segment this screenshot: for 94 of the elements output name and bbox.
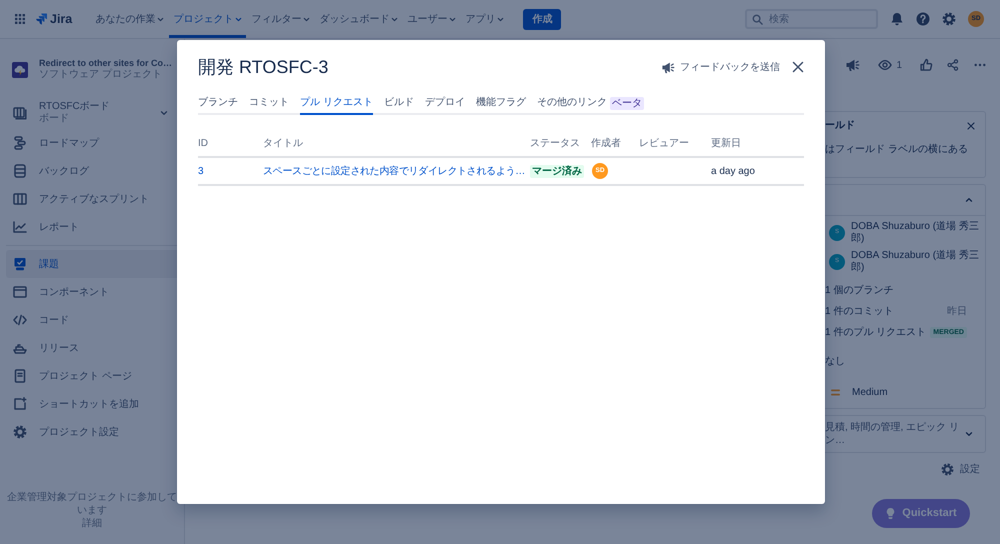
monitor-icon	[13, 257, 27, 271]
sidebar-item[interactable]: ロードマップ	[6, 129, 184, 157]
bell-icon[interactable]	[890, 12, 904, 26]
box-icon	[13, 285, 27, 299]
megaphone-icon	[661, 60, 675, 74]
development-link[interactable]: 1 件のプル リクエスト	[825, 326, 926, 339]
column-header: レビュアー	[639, 137, 711, 157]
field-value: なし	[825, 355, 846, 369]
logo-icon	[36, 13, 47, 25]
priority-medium-icon	[831, 388, 840, 396]
nav-menu[interactable]: あなたの作業	[91, 0, 168, 38]
settings-icon	[941, 463, 954, 476]
column-header: ID	[198, 137, 263, 157]
project-icon	[12, 62, 28, 78]
chart-icon	[13, 220, 27, 234]
tab[interactable]: その他のリンク ベータ	[536, 96, 644, 115]
lightbulb-icon	[885, 507, 896, 520]
person-name[interactable]: DOBA Shuzaburo (道場 秀三郎)	[851, 221, 981, 245]
beta-tag: ベータ	[610, 96, 644, 110]
chevron-down-icon	[235, 16, 242, 22]
pull-request-title-link[interactable]: スペースごとに設定された内容でリダイレクトされるよう…	[263, 166, 525, 176]
sidebar-item[interactable]: プロジェクト設定	[6, 418, 184, 446]
share-icon[interactable]	[947, 58, 959, 72]
sidebar-item[interactable]: レポート	[6, 213, 184, 241]
merged-status: マージ済み	[530, 164, 584, 178]
sidebar-item[interactable]: プロジェクト ページ	[6, 362, 184, 390]
sidebar-item[interactable]: RTOSFCボード ボード	[6, 97, 184, 129]
more-fields-card[interactable]: 見積, 時間の管理, エピック リン…	[825, 415, 986, 453]
sidebar-item[interactable]: アクティブなスプリント	[6, 185, 184, 213]
table-cell: a day ago	[711, 157, 804, 185]
backlog-icon	[13, 164, 27, 178]
document-icon	[13, 369, 27, 383]
nav-menu[interactable]: フィルター	[247, 0, 314, 38]
column-header: ステータス	[530, 137, 591, 157]
settings-button[interactable]: 設定	[941, 463, 980, 476]
chevron-down-icon	[449, 16, 456, 22]
commit-time: 昨日	[947, 305, 967, 318]
close-icon[interactable]	[967, 122, 975, 130]
settings-icon[interactable]	[942, 12, 956, 26]
priority-label: Medium	[852, 386, 888, 398]
person-name[interactable]: DOBA Shuzaburo (道場 秀三郎)	[851, 250, 981, 274]
tab[interactable]: 機能フラグ	[476, 96, 526, 115]
product-logo[interactable]: Jira	[36, 10, 72, 28]
sidebar-item[interactable]: ショートカットを追加	[6, 390, 184, 418]
column-header: タイトル	[263, 137, 530, 157]
modal-title: 開発 RTOSFC-3	[198, 56, 328, 78]
search-field[interactable]: 検索	[745, 9, 878, 29]
roadmap-icon	[13, 136, 27, 150]
chevron-down-icon	[965, 430, 973, 438]
tab[interactable]: プル リクエスト	[300, 96, 373, 115]
project-name[interactable]: Redirect to other sites for Co…	[39, 58, 172, 69]
tip-title: ールド	[825, 119, 855, 133]
tab[interactable]: コミット	[249, 96, 289, 115]
column-header: 作成者	[591, 137, 639, 157]
help-icon[interactable]	[916, 12, 930, 26]
development-link[interactable]: 1 個のブランチ	[825, 284, 894, 297]
eye-icon	[878, 58, 892, 72]
sidebar-item[interactable]: コンポーネント	[6, 278, 184, 306]
tab[interactable]: ブランチ	[198, 96, 238, 115]
close-icon[interactable]	[792, 61, 804, 73]
nav-menu[interactable]: ダッシュボード	[315, 0, 402, 38]
code-icon	[13, 313, 27, 327]
board-icon	[13, 106, 27, 120]
tab[interactable]: ビルド	[384, 96, 414, 115]
sidebar-item[interactable]: リリース	[6, 334, 184, 362]
columns-icon	[13, 192, 27, 206]
details-link[interactable]: 詳細	[82, 518, 102, 529]
create-button[interactable]: 作成	[523, 8, 562, 30]
sidebar-item[interactable]: コード	[6, 306, 184, 334]
managed-project-note: 企業管理対象プロジェクトに参加しています	[6, 491, 178, 517]
grid-icon[interactable]	[15, 14, 25, 24]
project-type: ソフトウェア プロジェクト	[39, 69, 163, 81]
development-link[interactable]: 1 件のコミット	[825, 305, 894, 318]
pull-request-id-link[interactable]: 3	[198, 166, 204, 176]
chevron-down-icon	[497, 16, 504, 22]
watch-button[interactable]: 1	[878, 58, 902, 72]
settings-icon	[13, 425, 27, 439]
chevron-down-icon	[391, 16, 398, 22]
nav-menu[interactable]: アプリ	[461, 0, 508, 38]
chevron-down-icon	[303, 16, 310, 22]
thumbs-up-icon[interactable]	[920, 58, 933, 72]
chevron-down-icon	[160, 109, 168, 117]
search-icon	[752, 14, 763, 24]
column-header: 更新日	[711, 137, 804, 157]
sidebar-item[interactable]: バックログ	[6, 157, 184, 185]
fields-summary: 見積, 時間の管理, エピック リン…	[825, 421, 959, 447]
tip-text: はフィールド ラベルの横にある	[825, 143, 969, 157]
tab[interactable]: デプロイ	[424, 96, 465, 115]
chevron-down-icon	[157, 16, 164, 22]
chevron-up-icon[interactable]	[965, 196, 973, 204]
megaphone-icon[interactable]	[845, 58, 860, 72]
add-shortcut-icon	[13, 397, 27, 411]
feedback-button[interactable]: フィードバックを送信	[661, 60, 780, 74]
nav-menu[interactable]: ユーザー	[403, 0, 460, 38]
